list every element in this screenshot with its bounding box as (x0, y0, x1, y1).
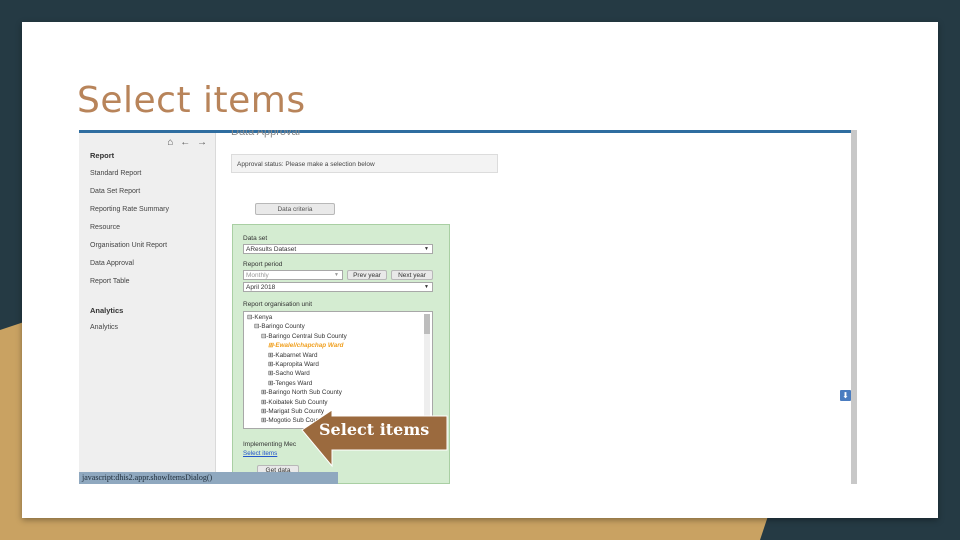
callout-label: Select items (319, 420, 430, 439)
callout-arrow (301, 409, 448, 468)
